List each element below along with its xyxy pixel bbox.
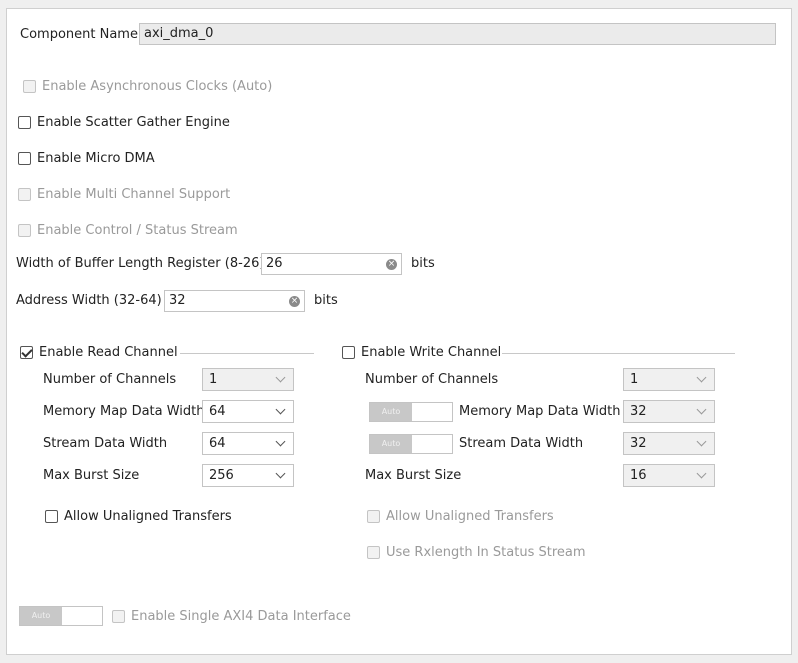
write-stream-width-select[interactable]: 32 (623, 432, 715, 455)
scatter-gather-checkbox[interactable] (18, 116, 31, 129)
single-axi-label: Enable Single AXI4 Data Interface (131, 609, 351, 624)
toggle-auto-knob: Auto (370, 403, 412, 421)
read-stream-width-value: 64 (209, 436, 226, 451)
write-burst-value: 16 (630, 468, 647, 483)
read-channel-title: Enable Read Channel (39, 345, 178, 360)
read-mm-width-value: 64 (209, 404, 226, 419)
write-num-channels-select[interactable]: 1 (623, 368, 715, 391)
multi-channel-label: Enable Multi Channel Support (37, 187, 231, 202)
write-burst-label: Max Burst Size (365, 468, 462, 483)
write-channel-checkbox[interactable] (342, 346, 355, 359)
toggle-auto-knob: Auto (370, 435, 412, 453)
write-burst-select[interactable]: 16 (623, 464, 715, 487)
clear-icon[interactable]: × (289, 296, 300, 307)
write-mm-width-value: 32 (630, 404, 647, 419)
async-clocks-label: Enable Asynchronous Clocks (Auto) (42, 79, 273, 94)
chevron-down-icon (696, 372, 707, 383)
write-num-channels-value: 1 (630, 372, 639, 387)
rxlength-label: Use Rxlength In Status Stream (386, 545, 586, 560)
read-unaligned-checkbox[interactable] (45, 510, 58, 523)
micro-dma-label: Enable Micro DMA (37, 151, 155, 166)
write-mm-width-select[interactable]: 32 (623, 400, 715, 423)
chevron-down-icon (275, 468, 286, 479)
clear-icon[interactable]: × (386, 259, 397, 270)
single-axi-checkbox[interactable] (112, 610, 125, 623)
address-width-value: 32 (169, 293, 186, 308)
read-burst-select[interactable]: 256 (202, 464, 294, 487)
micro-dma-checkbox[interactable] (18, 152, 31, 165)
read-mm-width-select[interactable]: 64 (202, 400, 294, 423)
write-stream-width-label: Stream Data Width (459, 436, 584, 451)
buffer-length-unit: bits (411, 256, 435, 271)
component-name-field[interactable]: axi_dma_0 (139, 23, 776, 45)
write-stream-width-auto-toggle[interactable]: Auto (369, 434, 453, 454)
read-num-channels-value: 1 (209, 372, 218, 387)
read-mm-width-label: Memory Map Data Width (43, 404, 205, 419)
read-stream-width-select[interactable]: 64 (202, 432, 294, 455)
address-width-label: Address Width (32-64) (16, 293, 162, 308)
chevron-down-icon (696, 404, 707, 415)
rxlength-checkbox[interactable] (367, 546, 380, 559)
chevron-down-icon (275, 404, 286, 415)
async-clocks-checkbox[interactable] (23, 80, 36, 93)
buffer-length-label: Width of Buffer Length Register (8-26) (16, 256, 265, 271)
chevron-down-icon (275, 436, 286, 447)
write-num-channels-label: Number of Channels (365, 372, 499, 387)
write-channel-divider (502, 353, 735, 354)
read-unaligned-label: Allow Unaligned Transfers (64, 509, 232, 524)
buffer-length-value: 26 (266, 256, 283, 271)
write-unaligned-label: Allow Unaligned Transfers (386, 509, 554, 524)
write-channel-title: Enable Write Channel (361, 345, 502, 360)
read-num-channels-label: Number of Channels (43, 372, 177, 387)
control-status-checkbox[interactable] (18, 224, 31, 237)
address-width-field[interactable]: 32 × (164, 290, 305, 312)
read-channel-divider (180, 353, 314, 354)
component-name-label: Component Name (20, 27, 138, 42)
write-mm-width-auto-toggle[interactable]: Auto (369, 402, 453, 422)
single-axi-auto-toggle[interactable]: Auto (19, 606, 103, 626)
chevron-down-icon (696, 468, 707, 479)
chevron-down-icon (275, 372, 286, 383)
multi-channel-checkbox[interactable] (18, 188, 31, 201)
read-burst-label: Max Burst Size (43, 468, 140, 483)
buffer-length-field[interactable]: 26 × (261, 253, 402, 275)
chevron-down-icon (696, 436, 707, 447)
write-mm-width-label: Memory Map Data Width (459, 404, 621, 419)
address-width-unit: bits (314, 293, 338, 308)
scatter-gather-label: Enable Scatter Gather Engine (37, 115, 230, 130)
read-burst-value: 256 (209, 468, 234, 483)
toggle-auto-knob: Auto (20, 607, 62, 625)
write-stream-width-value: 32 (630, 436, 647, 451)
read-num-channels-select[interactable]: 1 (202, 368, 294, 391)
control-status-label: Enable Control / Status Stream (37, 223, 238, 238)
write-unaligned-checkbox[interactable] (367, 510, 380, 523)
read-channel-checkbox[interactable] (20, 346, 33, 359)
read-stream-width-label: Stream Data Width (43, 436, 168, 451)
